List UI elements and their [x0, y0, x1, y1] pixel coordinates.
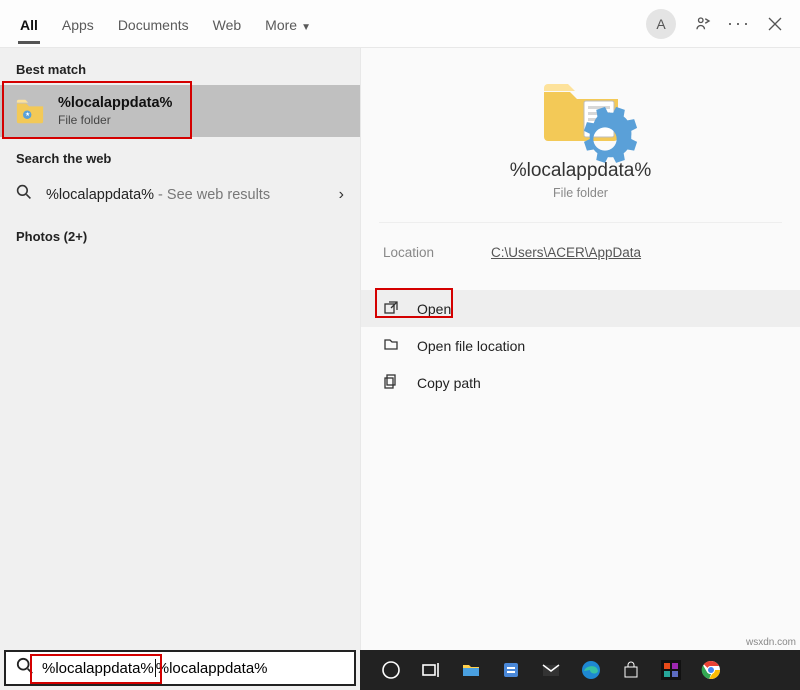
tab-web[interactable]: Web — [201, 5, 254, 43]
explorer-icon[interactable] — [460, 659, 482, 681]
chrome-icon[interactable] — [700, 659, 722, 681]
tabs: All Apps Documents Web More ▼ — [8, 5, 323, 43]
actions: Open Open file location Copy path — [361, 290, 800, 401]
best-match-text: %localappdata% File folder — [58, 95, 172, 127]
left-pane: Best match %localappdata% File folder Se… — [0, 48, 360, 652]
location-row: Location C:\Users\ACER\AppData — [361, 223, 800, 278]
preview: %localappdata% File folder — [379, 66, 782, 223]
copy-icon — [383, 373, 403, 392]
action-copy-path-label: Copy path — [417, 375, 481, 391]
header: All Apps Documents Web More ▼ A ··· — [0, 0, 800, 48]
tab-all[interactable]: All — [8, 5, 50, 43]
preview-subtitle: File folder — [553, 186, 608, 200]
right-pane: %localappdata% File folder Location C:\U… — [360, 48, 800, 652]
action-open-location-label: Open file location — [417, 338, 525, 354]
feedback-icon[interactable] — [694, 15, 712, 33]
chevron-right-icon: › — [339, 186, 344, 204]
big-folder-icon — [538, 76, 624, 146]
action-open-label: Open — [417, 301, 451, 317]
open-icon — [383, 299, 403, 318]
search-bar[interactable]: %localappdata% — [4, 650, 356, 686]
best-match-item[interactable]: %localappdata% File folder — [0, 85, 360, 137]
web-result-text: %localappdata% - See web results — [46, 187, 270, 203]
search-icon — [16, 657, 34, 680]
app-icon-2[interactable] — [660, 659, 682, 681]
best-match-title: %localappdata% — [58, 95, 172, 111]
web-result-row[interactable]: %localappdata% - See web results › — [0, 174, 360, 215]
action-open[interactable]: Open — [361, 290, 800, 327]
best-match-subtitle: File folder — [58, 113, 172, 127]
more-icon[interactable]: ··· — [730, 15, 748, 33]
location-value[interactable]: C:\Users\ACER\AppData — [491, 245, 641, 260]
location-label: Location — [383, 245, 491, 260]
best-match-heading: Best match — [0, 48, 360, 85]
web-suffix: - See web results — [154, 187, 270, 203]
search-web-heading: Search the web — [0, 137, 360, 174]
watermark: wsxdn.com — [746, 637, 796, 648]
cortana-icon[interactable] — [380, 659, 402, 681]
header-actions: A ··· — [646, 9, 792, 39]
photos-heading: Photos (2+) — [0, 215, 360, 252]
close-icon[interactable] — [766, 15, 784, 33]
tab-apps[interactable]: Apps — [50, 5, 106, 43]
taskbar — [360, 650, 800, 690]
avatar[interactable]: A — [646, 9, 676, 39]
app-icon-1[interactable] — [500, 659, 522, 681]
body: Best match %localappdata% File folder Se… — [0, 48, 800, 652]
folder-icon — [14, 95, 46, 127]
action-copy-path[interactable]: Copy path — [361, 364, 800, 401]
web-query: %localappdata% — [46, 187, 154, 203]
edge-icon[interactable] — [580, 659, 602, 681]
tab-more-label: More — [265, 17, 297, 33]
search-icon — [16, 184, 34, 205]
folder-outline-icon — [383, 336, 403, 355]
tab-documents[interactable]: Documents — [106, 5, 201, 43]
tab-more[interactable]: More ▼ — [253, 5, 323, 43]
task-view-icon[interactable] — [420, 659, 442, 681]
store-icon[interactable] — [620, 659, 642, 681]
search-input-text: %localappdata% — [42, 660, 154, 677]
mail-icon[interactable] — [540, 659, 562, 681]
gear-icon — [562, 104, 648, 179]
search-input[interactable] — [156, 660, 354, 677]
chevron-down-icon: ▼ — [301, 22, 311, 33]
action-open-location[interactable]: Open file location — [361, 327, 800, 364]
